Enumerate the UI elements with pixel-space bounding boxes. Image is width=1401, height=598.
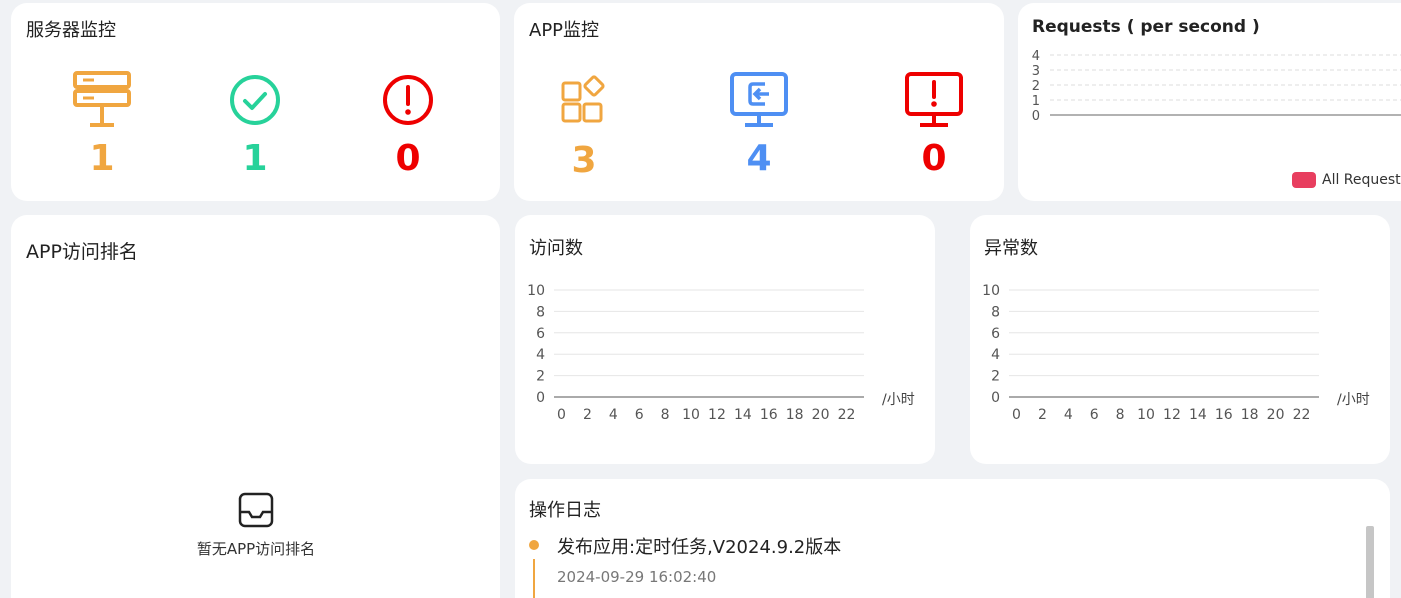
x-tick-label: 14 bbox=[734, 407, 752, 420]
server-online-value: 1 bbox=[242, 138, 268, 179]
legend-swatch-all-request[interactable] bbox=[1292, 172, 1316, 188]
log-timeline-line bbox=[533, 559, 535, 598]
check-circle-icon bbox=[230, 75, 280, 125]
x-tick-label: 6 bbox=[1090, 407, 1099, 420]
app-monitor-card: APP监控 3 4 0 bbox=[514, 3, 1004, 201]
y-tick-label: 10 bbox=[527, 283, 545, 299]
y-tick-label: 4 bbox=[991, 347, 1000, 363]
monitor-login-icon bbox=[730, 72, 788, 127]
x-tick-label: 8 bbox=[1116, 407, 1125, 420]
log-item-time: 2024-09-29 16:02:40 bbox=[557, 568, 717, 586]
y-tick-label: 8 bbox=[536, 304, 545, 320]
x-tick-label: 18 bbox=[786, 407, 804, 420]
x-tick-label: 0 bbox=[1012, 407, 1021, 420]
y-tick-label: 4 bbox=[536, 347, 545, 363]
requests-chart: 43210 bbox=[1032, 49, 1401, 123]
app-total-value: 3 bbox=[571, 140, 597, 181]
x-tick-label: 4 bbox=[609, 407, 618, 420]
x-tick-label: 18 bbox=[1241, 407, 1259, 420]
empty-inbox-icon bbox=[238, 492, 274, 528]
app-error-value: 0 bbox=[921, 138, 947, 179]
app-total-stat[interactable]: 3 bbox=[524, 75, 644, 179]
x-tick-label: 10 bbox=[682, 407, 700, 420]
app-monitor-title: APP监控 bbox=[529, 20, 600, 41]
monitor-alert-icon bbox=[905, 72, 963, 127]
log-scrollbar[interactable] bbox=[1366, 526, 1374, 598]
x-tick-label: 0 bbox=[557, 407, 566, 420]
app-online-value: 4 bbox=[746, 138, 772, 179]
operation-log-title: 操作日志 bbox=[529, 500, 601, 521]
exceptions-unit: /小时 bbox=[1337, 392, 1370, 408]
x-tick-label: 14 bbox=[1189, 407, 1207, 420]
x-tick-label: 16 bbox=[1215, 407, 1233, 420]
x-tick-label: 2 bbox=[1038, 407, 1047, 420]
requests-y-tick: 1 bbox=[1032, 94, 1040, 109]
visits-unit: /小时 bbox=[882, 392, 915, 408]
x-tick-label: 22 bbox=[838, 407, 856, 420]
requests-y-tick: 2 bbox=[1032, 79, 1040, 94]
y-tick-label: 8 bbox=[991, 304, 1000, 320]
y-tick-label: 2 bbox=[991, 369, 1000, 385]
visits-card: 访问数 10 8 6 4 2 0 0 2 4 6 8 10 12 14 16 18 20 22 /小时 bbox=[515, 215, 935, 464]
x-tick-label: 6 bbox=[635, 407, 644, 420]
y-tick-label: 0 bbox=[991, 390, 1000, 406]
app-ranking-empty: 暂无APP访问排名 bbox=[11, 492, 500, 559]
x-tick-label: 4 bbox=[1064, 407, 1073, 420]
apps-icon bbox=[561, 75, 605, 123]
exceptions-title: 异常数 bbox=[984, 238, 1038, 259]
legend-label-all-request[interactable]: All Request bbox=[1322, 172, 1401, 188]
y-tick-label: 10 bbox=[982, 283, 1000, 299]
requests-y-tick: 3 bbox=[1032, 64, 1040, 79]
x-tick-label: 12 bbox=[708, 407, 726, 420]
app-online-stat[interactable]: 4 bbox=[699, 71, 819, 177]
server-error-stat[interactable]: 0 bbox=[348, 73, 468, 177]
exceptions-card: 异常数 10 8 6 4 2 0 0 2 4 6 8 10 12 14 16 18 20 22 /小时 bbox=[970, 215, 1390, 464]
requests-title: Requests ( per second ) bbox=[1032, 17, 1260, 37]
server-monitor-card: 服务器监控 1 1 0 bbox=[11, 3, 500, 201]
x-tick-label: 12 bbox=[1163, 407, 1181, 420]
app-ranking-card: APP访问排名 暂无APP访问排名 bbox=[11, 215, 500, 598]
server-error-value: 0 bbox=[395, 138, 421, 179]
x-tick-label: 22 bbox=[1293, 407, 1311, 420]
log-item-title[interactable]: 发布应用:定时任务,V2024.9.2版本 bbox=[557, 533, 841, 559]
y-tick-label: 6 bbox=[991, 326, 1000, 342]
requests-y-tick: 4 bbox=[1032, 49, 1040, 64]
app-ranking-empty-text: 暂无APP访问排名 bbox=[196, 540, 316, 558]
x-tick-label: 2 bbox=[583, 407, 592, 420]
app-ranking-title: APP访问排名 bbox=[26, 241, 138, 263]
requests-y-tick: 0 bbox=[1032, 109, 1040, 123]
log-timeline-dot bbox=[529, 540, 539, 550]
y-tick-label: 6 bbox=[536, 326, 545, 342]
operation-log-card: 操作日志 发布应用:定时任务,V2024.9.2版本 2024-09-29 16… bbox=[515, 479, 1390, 598]
y-tick-label: 2 bbox=[536, 369, 545, 385]
y-tick-label: 0 bbox=[536, 390, 545, 406]
server-icon bbox=[73, 71, 131, 127]
error-circle-icon bbox=[383, 75, 433, 125]
exceptions-chart: 10864200 2 4 6 8 10 12 14 16 18 20 22 bbox=[982, 283, 1319, 420]
requests-card: Requests ( per second ) 43210 All Reques… bbox=[1018, 3, 1401, 201]
x-tick-label: 20 bbox=[812, 407, 830, 420]
server-monitor-title: 服务器监控 bbox=[26, 20, 116, 41]
server-total-stat[interactable]: 1 bbox=[42, 71, 162, 177]
server-total-value: 1 bbox=[89, 138, 115, 179]
visits-title: 访问数 bbox=[529, 238, 583, 259]
x-tick-label: 16 bbox=[760, 407, 778, 420]
server-online-stat[interactable]: 1 bbox=[195, 73, 315, 177]
app-error-stat[interactable]: 0 bbox=[874, 71, 994, 177]
x-tick-label: 8 bbox=[661, 407, 670, 420]
x-tick-label: 10 bbox=[1137, 407, 1155, 420]
visits-chart: 10864200 2 4 6 8 10 12 14 16 18 20 22 bbox=[527, 283, 864, 420]
x-tick-label: 20 bbox=[1267, 407, 1285, 420]
